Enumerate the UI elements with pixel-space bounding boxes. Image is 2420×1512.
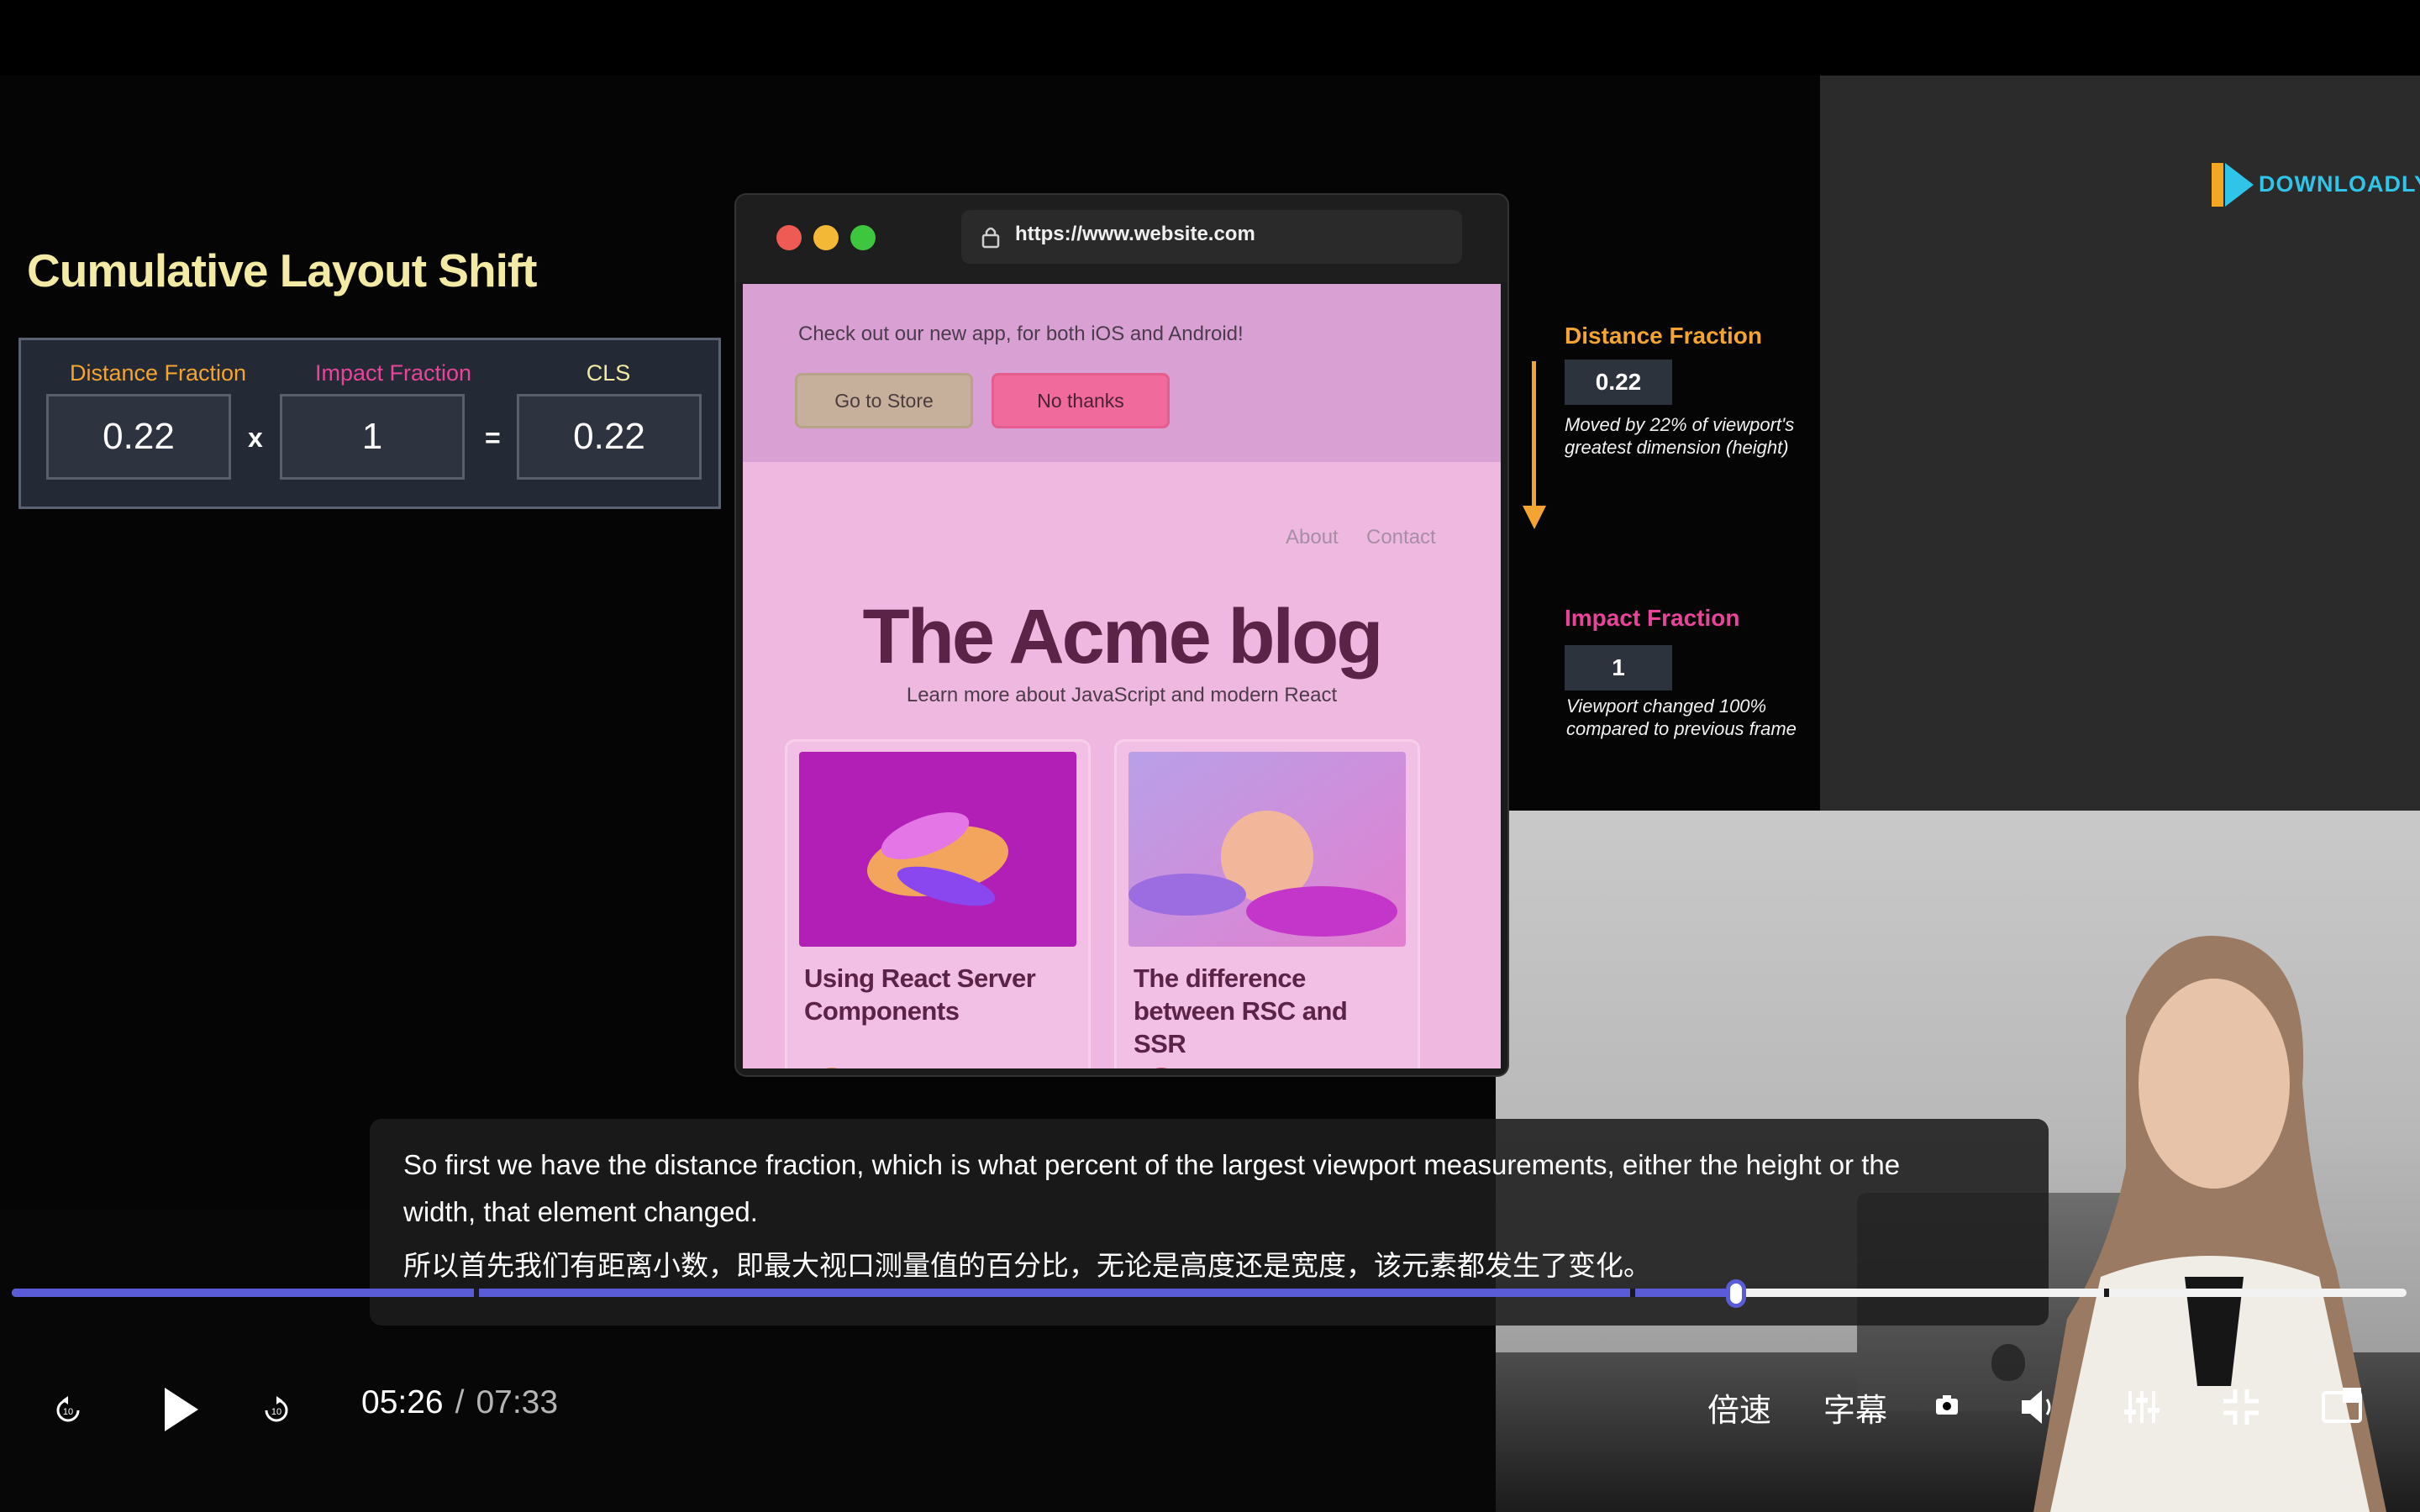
progress-handle[interactable] [1726,1279,1746,1308]
impact-fraction-label: Impact Fraction [314,360,472,386]
cls-label: CLS [586,360,631,386]
side-distance-value: 0.22 [1565,360,1672,405]
side-distance-note-2: greatest dimension (height) [1565,437,1789,458]
subtitle-en-line-2: width, that element changed. [403,1196,758,1227]
blog-title: The Acme blog [862,594,1384,680]
blog-card: The difference between RSC and SSR [1114,739,1420,1068]
shift-arrow-head-icon [1523,506,1546,529]
side-impact-note-2: compared to previous frame [1566,718,1797,739]
slide-title: Cumulative Layout Shift [27,244,537,297]
playback-speed-button[interactable]: 倍速 [1707,1384,1771,1431]
distance-fraction-value: 0.22 [46,394,231,480]
card-title: The difference between RSC and SSR [1134,963,1348,1058]
multiply-sign: x [248,423,263,453]
volume-icon[interactable] [2018,1388,2060,1426]
equals-sign: = [485,423,501,453]
url-text: https://www.website.com [1015,223,1255,245]
downloadly-logo [2212,163,2254,207]
lock-icon [981,227,1000,249]
play-icon[interactable] [161,1386,200,1433]
cls-formula: Distance Fraction Impact Fraction CLS 0.… [18,338,721,509]
no-thanks-button: No thanks [992,373,1170,428]
top-bar [0,0,2420,76]
nav-about: About [1286,526,1339,549]
screenshot-icon[interactable] [1934,1393,1960,1418]
card-image [1128,752,1406,947]
progress-fill [12,1289,1736,1297]
side-distance-label: Distance Fraction [1565,323,1762,349]
cls-value: 0.22 [517,394,702,480]
close-dot-icon [776,225,802,250]
side-impact-label: Impact Fraction [1565,605,1740,631]
browser-mockup: https://www.website.com Check out our ne… [736,195,1507,1075]
side-impact-note-1: Viewport changed 100% [1566,696,1767,717]
picture-in-picture-icon[interactable] [2321,1386,2363,1425]
chapter-marker [1630,1289,1635,1297]
card-title: Using React Server Components [804,963,1036,1026]
time-display: 05:26 / 07:33 [361,1384,558,1421]
blog-subtitle: Learn more about JavaScript and modern R… [906,684,1338,706]
subtitles-button[interactable]: 字幕 [1823,1384,1887,1431]
go-to-store-button: Go to Store [795,373,973,428]
distance-fraction-label: Distance Fraction [69,360,247,386]
forward-10-icon[interactable]: 10 [262,1396,291,1425]
blog-card: Using React Server Components [785,739,1091,1068]
shift-arrow [1532,361,1536,512]
nav-contact: Contact [1366,526,1436,549]
subtitle-en-line-1: So first we have the distance fraction, … [403,1149,1901,1180]
chapter-marker [2104,1289,2109,1297]
exit-fullscreen-icon[interactable] [2222,1388,2260,1426]
video-player: DOWNLOADLY.IR Cumulative Layout Shift Di… [0,0,2420,1512]
svg-text:10: 10 [271,1407,281,1417]
banner-text: Check out our new app, for both iOS and … [798,323,1244,345]
replay-10-icon[interactable]: 10 [54,1396,82,1425]
chapter-marker [474,1289,479,1297]
svg-text:10: 10 [63,1407,73,1417]
player-controls: 10 10 05:26 / 07:33 倍速 字幕 [0,1354,2420,1446]
maximize-dot-icon [850,225,876,250]
duration: 07:33 [476,1384,559,1420]
current-time: 05:26 [361,1384,444,1420]
side-impact-value: 1 [1565,645,1672,690]
app-banner: Check out our new app, for both iOS and … [743,284,1501,462]
settings-sliders-icon[interactable] [2123,1388,2161,1426]
time-separator: / [455,1384,465,1420]
minimize-dot-icon [813,225,839,250]
card-image [799,752,1076,947]
side-distance-note-1: Moved by 22% of viewport's [1565,414,1795,435]
website-page: Check out our new app, for both iOS and … [743,284,1501,1068]
progress-bar[interactable] [12,1277,2407,1310]
impact-fraction-value: 1 [280,394,465,480]
